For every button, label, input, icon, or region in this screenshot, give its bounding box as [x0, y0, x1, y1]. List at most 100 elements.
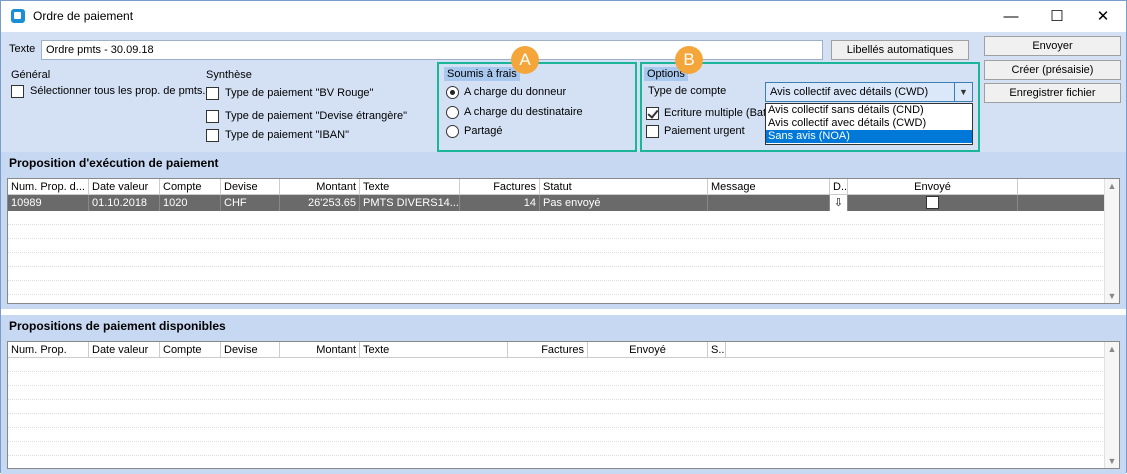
- iban-label: Type de paiement "IBAN": [225, 129, 349, 141]
- col-compte[interactable]: Compte: [160, 179, 221, 195]
- dropdown-option-noa[interactable]: Sans avis (NOA): [766, 130, 972, 143]
- col-date[interactable]: Date valeur: [89, 179, 160, 195]
- empty-row: [8, 211, 1105, 225]
- col-montant[interactable]: Montant: [280, 179, 360, 195]
- account-type-label: Type de compte: [648, 85, 727, 97]
- fees-recipient-label: A charge du destinataire: [464, 106, 583, 118]
- col-texte[interactable]: Texte: [360, 179, 460, 195]
- available-title: Propositions de paiement disponibles: [9, 319, 226, 333]
- account-type-dropdown: Avis collectif sans détails (CND) Avis c…: [765, 103, 973, 145]
- col-factures[interactable]: Factures: [460, 179, 540, 195]
- cell-statut: Pas envoyé: [540, 195, 708, 211]
- cell-compte: 1020: [160, 195, 221, 211]
- fees-donor-radio[interactable]: [446, 86, 459, 99]
- empty-row: [8, 267, 1105, 281]
- fees-header: Soumis à frais: [444, 67, 520, 81]
- dropdown-option-cwd[interactable]: Avis collectif avec détails (CWD): [766, 117, 972, 130]
- send-button[interactable]: Envoyer: [984, 36, 1121, 56]
- scroll-up-icon[interactable]: ▲: [1105, 342, 1119, 356]
- scroll-down-icon[interactable]: ▼: [1105, 454, 1119, 468]
- dropdown-option-cnd[interactable]: Avis collectif sans détails (CND): [766, 104, 972, 117]
- urgent-payment-label: Paiement urgent: [664, 125, 745, 137]
- title-bar: Ordre de paiement — ☐ ✕: [1, 1, 1126, 32]
- empty-row: [8, 386, 1105, 400]
- col-date[interactable]: Date valeur: [89, 342, 160, 358]
- empty-row: [8, 225, 1105, 239]
- synthese-header: Synthèse: [206, 69, 252, 81]
- available-section: Propositions de paiement disponibles Num…: [1, 315, 1126, 474]
- table-row[interactable]: 10989 01.10.2018 1020 CHF 26'253.65 PMTS…: [8, 195, 1105, 211]
- vertical-scrollbar[interactable]: ▲ ▼: [1104, 179, 1119, 303]
- scroll-down-icon[interactable]: ▼: [1105, 289, 1119, 303]
- empty-row: [8, 281, 1105, 295]
- window-title: Ordre de paiement: [33, 9, 134, 23]
- col-message[interactable]: Message: [708, 179, 830, 195]
- fees-donor-label: A charge du donneur: [464, 86, 567, 98]
- cell-montant: 26'253.65: [280, 195, 360, 211]
- cell-num: 10989: [8, 195, 89, 211]
- texte-label: Texte: [9, 43, 36, 55]
- save-file-button[interactable]: Enregistrer fichier: [984, 83, 1121, 103]
- col-statut[interactable]: Statut: [540, 179, 708, 195]
- sent-checkbox[interactable]: [926, 196, 939, 209]
- badge-a: A: [511, 46, 539, 74]
- iban-checkbox[interactable]: [206, 129, 219, 142]
- col-compte[interactable]: Compte: [160, 342, 221, 358]
- col-s[interactable]: S...: [708, 342, 726, 358]
- proposition-grid: Num. Prop. d... Date valeur Compte Devis…: [7, 178, 1120, 304]
- col-envoye[interactable]: Envoyé: [848, 179, 1018, 195]
- auto-labels-button[interactable]: Libellés automatiques: [831, 40, 969, 60]
- col-num[interactable]: Num. Prop.: [8, 342, 89, 358]
- col-devise[interactable]: Devise: [221, 179, 280, 195]
- cell-message: [708, 195, 830, 211]
- col-d[interactable]: D...: [830, 179, 848, 195]
- general-header: Général: [11, 69, 51, 81]
- minimize-button[interactable]: —: [988, 1, 1034, 32]
- empty-row: [8, 428, 1105, 442]
- cell-texte: PMTS DIVERS14...: [360, 195, 460, 211]
- urgent-payment-checkbox[interactable]: [646, 125, 659, 138]
- empty-row: [8, 414, 1105, 428]
- download-arrow-icon[interactable]: ⇩: [830, 195, 848, 211]
- select-all-checkbox[interactable]: [11, 85, 24, 98]
- scroll-up-icon[interactable]: ▲: [1105, 179, 1119, 193]
- col-num[interactable]: Num. Prop. d...: [8, 179, 89, 195]
- empty-row: [8, 358, 1105, 372]
- badge-b: B: [675, 46, 703, 74]
- available-grid-header: Num. Prop. Date valeur Compte Devise Mon…: [8, 342, 1105, 358]
- payment-order-window: Ordre de paiement — ☐ ✕ Texte Ordre pmts…: [0, 0, 1127, 474]
- devise-etrangere-checkbox[interactable]: [206, 110, 219, 123]
- bv-rouge-checkbox[interactable]: [206, 87, 219, 100]
- select-all-label: Sélectionner tous les prop. de pmts.: [30, 85, 206, 97]
- maximize-button[interactable]: ☐: [1034, 1, 1080, 32]
- col-envoye[interactable]: Envoyé: [588, 342, 708, 358]
- empty-row: [8, 372, 1105, 386]
- account-type-value: Avis collectif avec détails (CWD): [770, 86, 929, 98]
- empty-row: [8, 239, 1105, 253]
- chevron-down-icon[interactable]: ▼: [954, 83, 972, 101]
- close-button[interactable]: ✕: [1080, 1, 1126, 32]
- texte-input[interactable]: Ordre pmts - 30.09.18: [41, 40, 823, 60]
- cell-devise: CHF: [221, 195, 280, 211]
- devise-etrangere-label: Type de paiement "Devise étrangère": [225, 110, 408, 122]
- bv-rouge-label: Type de paiement "BV Rouge": [225, 87, 374, 99]
- vertical-scrollbar[interactable]: ▲ ▼: [1104, 342, 1119, 468]
- multiple-entry-checkbox[interactable]: [646, 107, 659, 120]
- col-devise[interactable]: Devise: [221, 342, 280, 358]
- app-icon: [11, 9, 25, 23]
- cell-factures: 14: [460, 195, 540, 211]
- empty-row: [8, 400, 1105, 414]
- multiple-entry-label: Ecriture multiple (Batc: [664, 107, 772, 119]
- proposition-grid-header: Num. Prop. d... Date valeur Compte Devis…: [8, 179, 1105, 195]
- account-type-select[interactable]: Avis collectif avec détails (CWD) ▼: [765, 82, 973, 102]
- empty-row: [8, 442, 1105, 456]
- col-montant[interactable]: Montant: [280, 342, 360, 358]
- proposition-section: Proposition d'exécution de paiement Num.…: [1, 152, 1126, 309]
- fees-shared-radio[interactable]: [446, 125, 459, 138]
- create-presaisie-button[interactable]: Créer (présaisie): [984, 60, 1121, 80]
- proposition-title: Proposition d'exécution de paiement: [9, 156, 219, 170]
- available-grid: Num. Prop. Date valeur Compte Devise Mon…: [7, 341, 1120, 469]
- fees-recipient-radio[interactable]: [446, 106, 459, 119]
- col-texte[interactable]: Texte: [360, 342, 508, 358]
- col-factures[interactable]: Factures: [508, 342, 588, 358]
